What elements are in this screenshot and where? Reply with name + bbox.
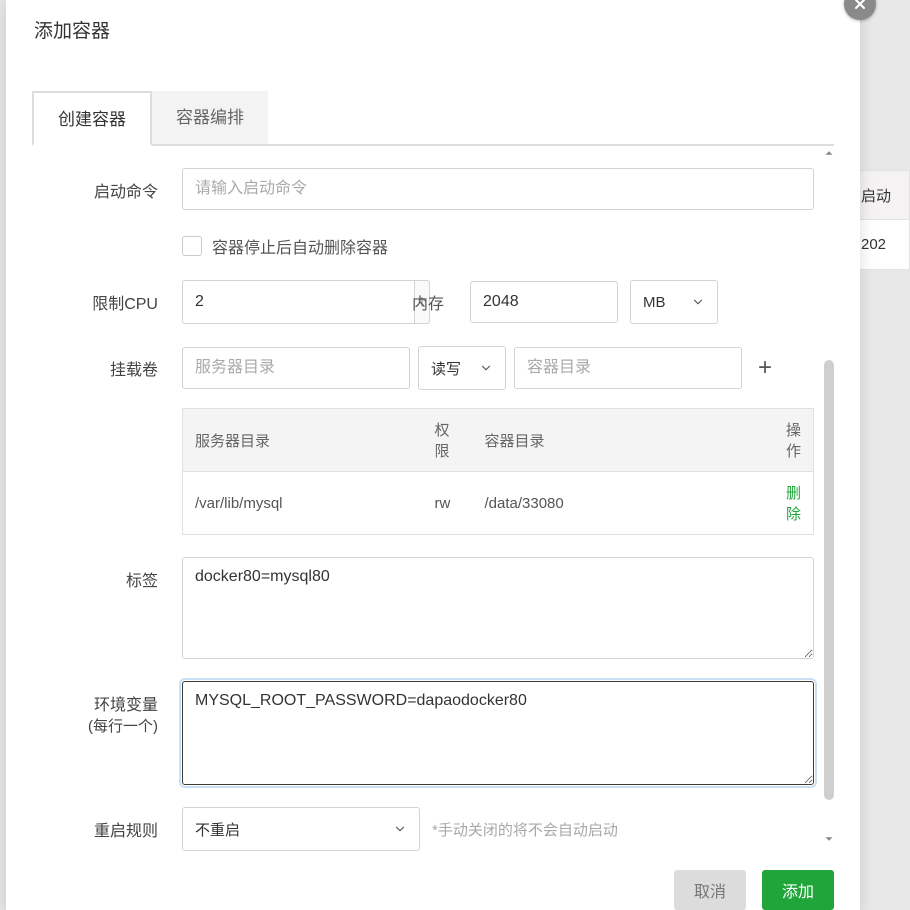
close-icon xyxy=(852,0,868,12)
label-env: 环境变量 (每行一个) xyxy=(32,681,182,736)
row-tags: 标签 xyxy=(32,557,814,659)
vol-perm: rw xyxy=(423,472,473,535)
restart-hint: *手动关闭的将不会自动启动 xyxy=(432,819,618,840)
delete-volume-link[interactable]: 删除 xyxy=(786,485,801,523)
label-tags: 标签 xyxy=(32,557,182,591)
add-container-modal: 添加容器 创建容器 容器编排 启动命令 容器停止后自动删除容器 xyxy=(6,0,860,910)
scroll-down-arrow[interactable] xyxy=(822,832,834,846)
form-scroll-area: 启动命令 容器停止后自动删除容器 限制CPU xyxy=(32,146,834,852)
add-volume-button[interactable]: + xyxy=(750,354,780,382)
restart-select[interactable]: 不重启 xyxy=(182,807,420,851)
table-row: /var/lib/mysql rw /data/33080 删除 xyxy=(183,472,814,535)
label-cpu: 限制CPU xyxy=(32,280,182,314)
container-dir-input[interactable] xyxy=(514,347,742,389)
chevron-down-icon xyxy=(691,295,705,309)
tab-compose[interactable]: 容器编排 xyxy=(152,91,268,144)
vol-th-server: 服务器目录 xyxy=(183,409,423,472)
modal-footer: 取消 添加 xyxy=(6,852,860,910)
env-textarea[interactable] xyxy=(182,681,814,785)
memory-unit-value: MB xyxy=(643,294,666,311)
rw-select[interactable]: 读写 xyxy=(418,346,506,390)
row-auto-remove: 容器停止后自动删除容器 xyxy=(32,232,814,258)
scroll-up-arrow[interactable] xyxy=(822,146,834,160)
chevron-down-icon xyxy=(479,361,493,375)
cpu-stepper xyxy=(182,280,372,324)
chevron-down-icon xyxy=(393,822,407,836)
tags-textarea[interactable] xyxy=(182,557,814,659)
volumes-table: 服务器目录 权限 容器目录 操作 /var/lib/mysql rw /data… xyxy=(182,408,814,535)
row-cpu-memory: 限制CPU 内存 MB xyxy=(32,280,814,324)
row-env: 环境变量 (每行一个) xyxy=(32,681,814,785)
vol-server-dir: /var/lib/mysql xyxy=(183,472,423,535)
add-button[interactable]: 添加 xyxy=(762,870,834,910)
plus-icon: + xyxy=(758,354,772,381)
auto-remove-checkbox[interactable] xyxy=(182,236,202,256)
row-mount: 挂载卷 读写 + xyxy=(32,346,814,535)
label-mount: 挂载卷 xyxy=(32,346,182,380)
modal-title: 添加容器 xyxy=(6,0,860,59)
row-start-command: 启动命令 xyxy=(32,168,814,210)
modal-tabs: 创建容器 容器编排 xyxy=(32,91,834,146)
memory-input[interactable] xyxy=(470,281,618,323)
vol-th-op: 操作 xyxy=(764,409,814,472)
rw-value: 读写 xyxy=(431,358,461,379)
cpu-input[interactable] xyxy=(182,280,414,324)
server-dir-input[interactable] xyxy=(182,347,410,389)
vol-container-dir: /data/33080 xyxy=(473,472,764,535)
auto-remove-label: 容器停止后自动删除容器 xyxy=(212,234,388,258)
start-command-input[interactable] xyxy=(182,168,814,210)
memory-unit-select[interactable]: MB xyxy=(630,280,718,324)
scrollbar-thumb[interactable] xyxy=(824,360,834,800)
label-memory: 内存 xyxy=(412,290,444,314)
cancel-button[interactable]: 取消 xyxy=(674,870,746,910)
vol-th-container: 容器目录 xyxy=(473,409,764,472)
label-restart: 重启规则 xyxy=(32,807,182,841)
tab-create-container[interactable]: 创建容器 xyxy=(32,91,152,146)
vol-th-perm: 权限 xyxy=(423,409,473,472)
form: 启动命令 容器停止后自动删除容器 限制CPU xyxy=(32,146,834,852)
row-restart: 重启规则 不重启 *手动关闭的将不会自动启动 xyxy=(32,807,814,851)
restart-value: 不重启 xyxy=(195,819,240,840)
label-start-command: 启动命令 xyxy=(32,168,182,202)
